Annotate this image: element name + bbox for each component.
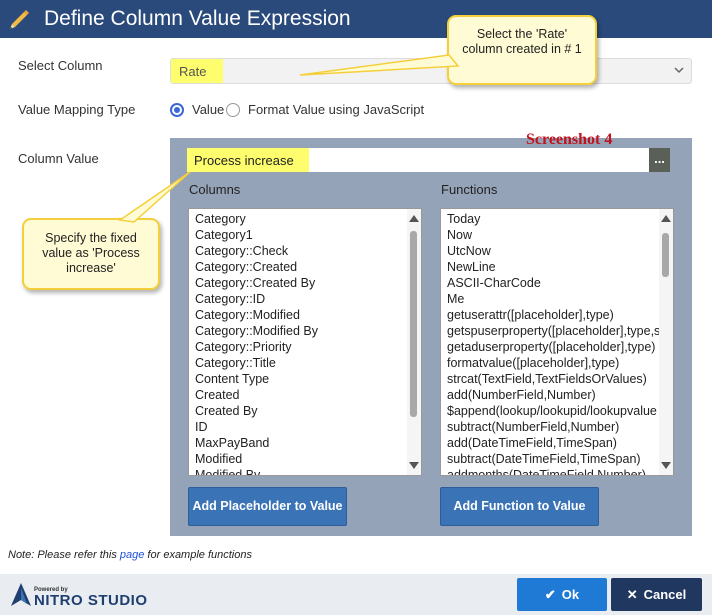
note-suffix: for example functions: [144, 549, 252, 561]
list-item[interactable]: ASCII-CharCode: [447, 275, 660, 291]
list-item[interactable]: Modified By: [195, 467, 318, 475]
scroll-down-icon[interactable]: [661, 462, 671, 469]
list-item[interactable]: Category1: [195, 227, 318, 243]
list-item[interactable]: getuserattr([placeholder],type): [447, 307, 660, 323]
note-link[interactable]: page: [120, 549, 144, 561]
list-item[interactable]: Category::Modified By: [195, 323, 318, 339]
expression-picker-button[interactable]: ...: [649, 148, 670, 172]
screenshot-label: Screenshot 4: [526, 131, 613, 148]
pencil-icon: [10, 10, 29, 29]
dialog-title: Define Column Value Expression: [44, 7, 351, 30]
functions-list: Today Now UtcNow NewLine ASCII-CharCode Me get…: [447, 211, 660, 475]
list-item[interactable]: Category::Check: [195, 243, 318, 259]
select-column-dropdown[interactable]: Rate: [170, 58, 692, 84]
chevron-down-icon: [674, 67, 684, 74]
add-function-button[interactable]: Add Function to Value: [440, 487, 599, 526]
list-item[interactable]: Category::Created: [195, 259, 318, 275]
list-item[interactable]: Category::Priority: [195, 339, 318, 355]
cancel-label: Cancel: [643, 587, 687, 602]
list-item[interactable]: Content Type: [195, 371, 318, 387]
radio-format-javascript[interactable]: [226, 103, 240, 117]
scroll-up-icon[interactable]: [661, 215, 671, 222]
mapping-type-label: Value Mapping Type: [18, 102, 136, 117]
list-item[interactable]: getaduserproperty([placeholder],type): [447, 339, 660, 355]
list-item[interactable]: Me: [447, 291, 660, 307]
check-icon: ✔: [544, 587, 556, 602]
list-item[interactable]: Category: [195, 211, 318, 227]
nitro-logo: Powered by NITRO STUDIO: [10, 578, 160, 612]
functions-scrollbar[interactable]: [659, 209, 673, 475]
list-item[interactable]: Created: [195, 387, 318, 403]
select-column-value: Rate: [179, 64, 207, 79]
column-value-text: Process increase: [194, 153, 294, 168]
list-item[interactable]: Category::ID: [195, 291, 318, 307]
dialog-titlebar: Define Column Value Expression: [0, 0, 712, 38]
nitro-logo-icon: [11, 583, 31, 606]
list-item[interactable]: $append(lookup/lookupid/lookupvalue: [447, 403, 660, 419]
list-item[interactable]: addmonths(DateTimeField,Number): [447, 467, 660, 475]
note-prefix: Note: Please refer this: [8, 549, 120, 561]
list-item[interactable]: add(DateTimeField,TimeSpan): [447, 435, 660, 451]
select-column-label: Select Column: [18, 58, 103, 73]
functions-listbox[interactable]: Today Now UtcNow NewLine ASCII-CharCode Me get…: [440, 208, 674, 476]
columns-scroll-thumb[interactable]: [410, 231, 417, 417]
callout-column-value: Specify the fixed value as 'Process incr…: [22, 218, 160, 290]
radio-value[interactable]: [170, 103, 184, 117]
list-item[interactable]: add(NumberField,Number): [447, 387, 660, 403]
list-item[interactable]: Modified: [195, 451, 318, 467]
functions-header: Functions: [441, 182, 498, 197]
cancel-button[interactable]: ✕ Cancel: [611, 578, 702, 611]
list-item[interactable]: MaxPayBand: [195, 435, 318, 451]
radio-value-label: Value: [192, 102, 225, 117]
list-item[interactable]: getspuserproperty([placeholder],type,s: [447, 323, 660, 339]
functions-scroll-thumb[interactable]: [662, 233, 669, 277]
help-note: Note: Please refer this page for example…: [8, 549, 252, 561]
callout-select-column: Select the 'Rate' column created in # 1: [447, 15, 597, 85]
radio-format-javascript-label: Format Value using JavaScript: [248, 102, 425, 117]
list-item[interactable]: formatvalue([placeholder],type): [447, 355, 660, 371]
list-item[interactable]: NewLine: [447, 259, 660, 275]
list-item[interactable]: Category::Modified: [195, 307, 318, 323]
list-item[interactable]: subtract(DateTimeField,TimeSpan): [447, 451, 660, 467]
add-placeholder-button[interactable]: Add Placeholder to Value: [188, 487, 347, 526]
close-icon: ✕: [626, 587, 638, 602]
columns-scrollbar[interactable]: [407, 209, 421, 475]
list-item[interactable]: Category::Title: [195, 355, 318, 371]
column-value-label: Column Value: [18, 151, 99, 166]
scroll-down-icon[interactable]: [409, 462, 419, 469]
column-value-input[interactable]: Process increase: [187, 148, 649, 172]
list-item[interactable]: ID: [195, 419, 318, 435]
list-item[interactable]: Created By: [195, 403, 318, 419]
columns-list: Category Category1 Category::Check Category…: [195, 211, 318, 475]
scroll-up-icon[interactable]: [409, 215, 419, 222]
list-item[interactable]: Today: [447, 211, 660, 227]
columns-listbox[interactable]: Category Category1 Category::Check Category…: [188, 208, 422, 476]
list-item[interactable]: subtract(NumberField,Number): [447, 419, 660, 435]
columns-header: Columns: [189, 182, 241, 197]
ok-button[interactable]: ✔ Ok: [517, 578, 607, 611]
list-item[interactable]: Now: [447, 227, 660, 243]
list-item[interactable]: UtcNow: [447, 243, 660, 259]
list-item[interactable]: strcat(TextField,TextFieldsOrValues): [447, 371, 660, 387]
list-item[interactable]: Category::Created By: [195, 275, 318, 291]
brand-text: NITRO STUDIO: [34, 592, 148, 609]
ok-label: Ok: [561, 587, 580, 602]
